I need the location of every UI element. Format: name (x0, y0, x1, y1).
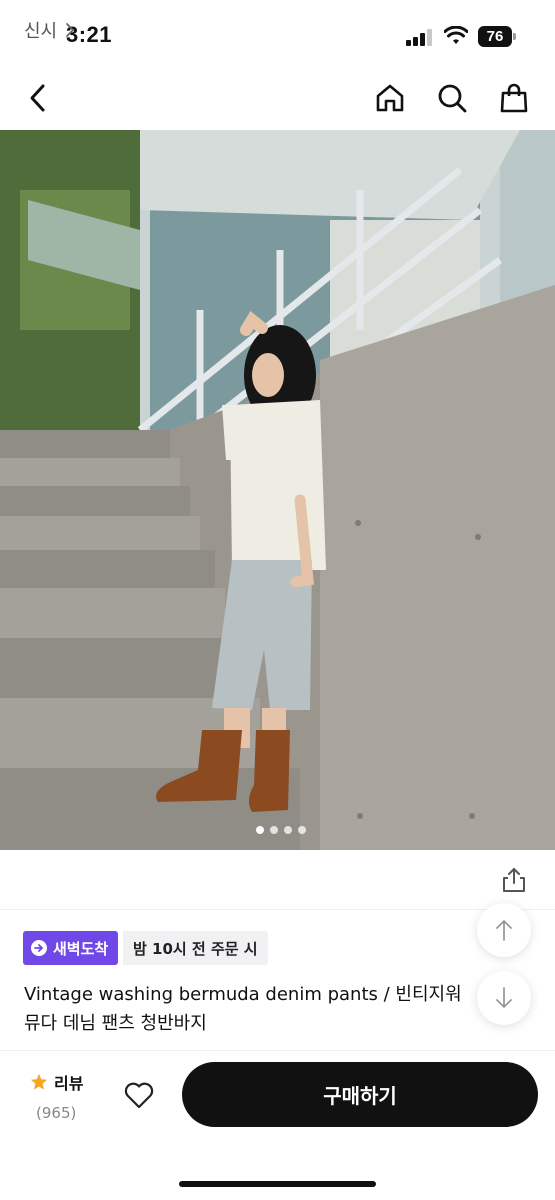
product-title: Vintage washing bermuda denim pants / 빈티… (24, 980, 494, 1038)
scroll-down-button[interactable] (477, 971, 531, 1025)
carousel-dot[interactable] (284, 826, 292, 834)
review-summary[interactable]: 리뷰 (965) (30, 1070, 83, 1122)
review-count: (965) (36, 1104, 77, 1122)
product-title-line2: 뮤다 데님 팬츠 청반바지 (24, 1013, 207, 1034)
wifi-icon (444, 26, 468, 44)
chevron-left-icon (30, 84, 45, 112)
product-image-carousel[interactable] (0, 130, 555, 850)
buy-button[interactable]: 구매하기 (182, 1062, 538, 1127)
share-icon[interactable] (500, 866, 528, 894)
back-button[interactable] (18, 78, 58, 118)
product-photo (0, 130, 555, 850)
dawn-delivery-badge: 새벽도착 (23, 931, 119, 965)
delivery-arrow-icon (31, 940, 47, 956)
search-icon (438, 84, 467, 113)
home-indicator (179, 1181, 376, 1187)
carousel-dot[interactable] (298, 826, 306, 834)
home-button[interactable] (370, 78, 410, 118)
shopping-bag-icon (500, 83, 528, 113)
chevron-right-icon (66, 23, 75, 37)
order-deadline-badge: 밤 10시 전 주문 시 (123, 931, 268, 965)
status-bar: 3:21 76 (0, 0, 555, 70)
heart-icon[interactable] (123, 1079, 155, 1111)
brand-row (0, 852, 555, 910)
carousel-dot[interactable] (256, 826, 264, 834)
home-icon (376, 84, 404, 112)
carousel-dot[interactable] (270, 826, 278, 834)
battery-level: 76 (478, 26, 512, 47)
arrow-up-icon (496, 920, 512, 941)
carousel-page-indicator (256, 826, 306, 834)
review-label: 리뷰 (54, 1074, 84, 1093)
product-title-line1: Vintage washing bermuda denim pants / 빈티… (24, 984, 462, 1005)
cellular-signal-icon (406, 29, 434, 46)
scroll-up-button[interactable] (477, 903, 531, 957)
dawn-delivery-label: 새벽도착 (53, 939, 109, 958)
search-button[interactable] (432, 78, 472, 118)
brand-name: 신시 (24, 21, 58, 42)
battery-icon: 76 (478, 26, 516, 47)
arrow-down-icon (496, 987, 512, 1008)
star-icon (30, 1073, 48, 1090)
cart-button[interactable] (494, 78, 534, 118)
brand-link[interactable]: 신시 (24, 17, 75, 43)
